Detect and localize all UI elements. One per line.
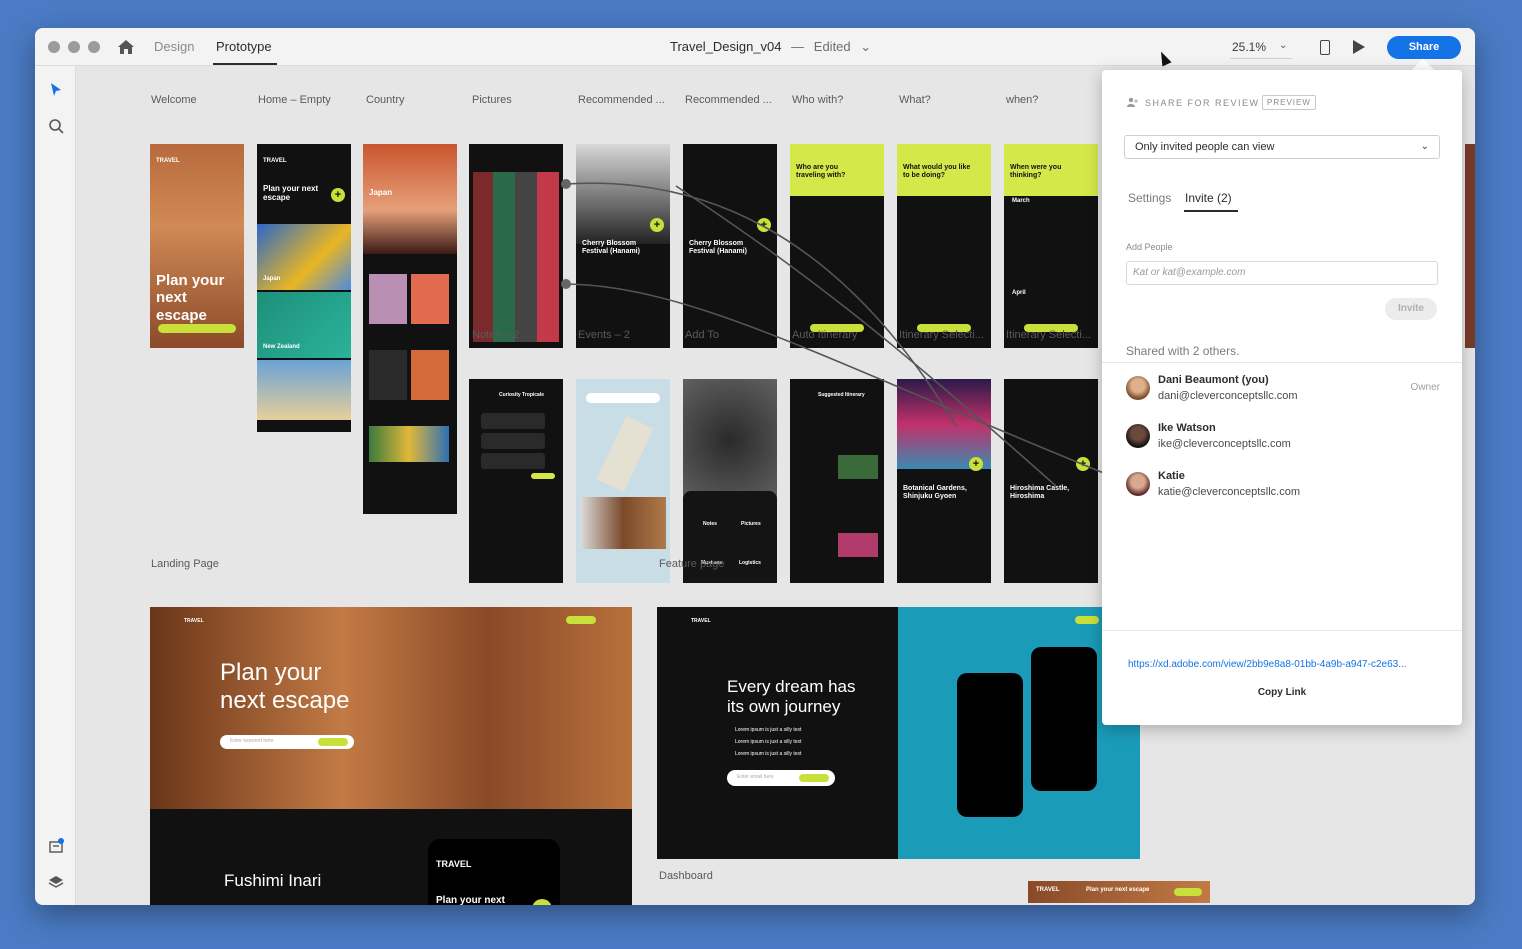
thumb-title: Plan your next escape (1086, 887, 1150, 893)
nav-button[interactable] (1174, 888, 1202, 896)
phone-title: Plan your next escape (436, 895, 505, 905)
tab-prototype[interactable]: Prototype (216, 39, 272, 54)
assets-icon[interactable] (48, 838, 64, 854)
person-email: katie@cleverconceptsllc.com (1158, 486, 1300, 498)
select-tool-icon[interactable] (48, 82, 64, 98)
document-separator: — (791, 39, 805, 54)
tab-settings[interactable]: Settings (1128, 191, 1171, 205)
nav-button[interactable] (1075, 616, 1099, 624)
feature-hero: Every dream has its own journey (727, 677, 856, 716)
artboard-peek[interactable] (1465, 144, 1475, 348)
artboard-thumbnail[interactable]: TRAVEL Plan your next escape (1028, 881, 1210, 903)
device-preview-icon[interactable] (1320, 40, 1330, 55)
nav-button[interactable] (566, 616, 596, 624)
document-name: Travel_Design_v04 (670, 39, 782, 54)
zoom-underline (1230, 58, 1292, 59)
share-link[interactable]: https://xd.adobe.com/view/2bb9e8a8-01bb-… (1128, 659, 1407, 670)
app-window: Design Prototype Travel_Design_v04 — Edi… (35, 28, 1475, 905)
panel-heading: SHARE FOR REVIEW (1145, 98, 1260, 108)
home-icon[interactable] (117, 39, 135, 55)
invite-button[interactable]: Invite (1385, 298, 1437, 320)
landing-hero: Plan your next escape (220, 659, 350, 714)
person-name: Katie (1158, 470, 1185, 482)
access-value: Only invited people can view (1135, 141, 1275, 153)
title-bar: Design Prototype Travel_Design_v04 — Edi… (35, 28, 1475, 66)
share-for-review-panel: SHARE FOR REVIEW PREVIEW Only invited pe… (1102, 70, 1462, 725)
person-row: Ike Watson ike@cleverconceptsllc.com (1126, 420, 1446, 460)
artboard-feature-page[interactable]: TRAVEL Every dream has its own journey L… (657, 607, 1140, 859)
avatar (1126, 472, 1150, 496)
email-field[interactable]: Enter email here (727, 770, 835, 786)
phone-mockup (1031, 647, 1097, 791)
person-email: ike@cleverconceptsllc.com (1158, 438, 1291, 450)
phone-mockup (957, 673, 1023, 817)
keyword-placeholder: Enter keyword here (230, 738, 274, 744)
feature-bullet: Lorem ipsum is just a silly text (735, 727, 802, 733)
document-title[interactable]: Travel_Design_v04 — Edited ⌄ (670, 39, 871, 55)
prototype-wires (561, 179, 1137, 487)
search-icon[interactable] (48, 118, 64, 134)
artboard-label[interactable]: Feature page (659, 558, 724, 570)
add-people-input[interactable]: Kat or kat@example.com (1126, 261, 1438, 285)
person-name: Ike Watson (1158, 422, 1216, 434)
artboard-label[interactable]: Dashboard (659, 870, 713, 882)
shared-with-count: Shared with 2 others. (1126, 344, 1240, 358)
person-role: Owner (1410, 382, 1440, 393)
chevron-down-icon[interactable]: ⌄ (1279, 40, 1287, 51)
share-button[interactable]: Share (1387, 36, 1461, 59)
zoom-window-button[interactable] (88, 41, 100, 53)
person-row: Dani Beaumont (you) dani@cleverconceptsl… (1126, 372, 1446, 412)
people-icon (1127, 97, 1138, 107)
avatar (1126, 424, 1150, 448)
tab-invite[interactable]: Invite (2) (1185, 191, 1232, 205)
person-name: Dani Beaumont (you) (1158, 374, 1269, 386)
add-people-placeholder: Kat or kat@example.com (1133, 267, 1246, 278)
access-select[interactable]: Only invited people can view ⌄ (1124, 135, 1440, 159)
feature-bullet: Lorem ipsum is just a silly text (735, 739, 802, 745)
left-toolbar (35, 66, 76, 905)
copy-link-button[interactable]: Copy Link (1102, 687, 1462, 698)
play-icon[interactable] (1353, 40, 1365, 54)
brand-logo: TRAVEL (691, 618, 711, 624)
chevron-down-icon: ⌄ (860, 39, 872, 54)
keyword-search[interactable]: Enter keyword here (220, 735, 354, 749)
document-status: Edited (813, 39, 851, 54)
brand-logo: TRAVEL (436, 859, 472, 869)
zoom-level[interactable]: 25.1% (1232, 40, 1266, 54)
brand-logo: TRAVEL (1036, 887, 1060, 893)
divider (1102, 362, 1462, 363)
active-tab-indicator (1184, 210, 1238, 212)
avatar (1126, 376, 1150, 400)
person-row: Katie katie@cleverconceptsllc.com (1126, 468, 1446, 508)
submit-button[interactable] (799, 774, 829, 782)
person-email: dani@cleverconceptsllc.com (1158, 390, 1298, 402)
section-title: Fushimi Inari (224, 871, 322, 890)
artboard-label[interactable]: Landing Page (151, 558, 219, 570)
go-button[interactable] (318, 738, 348, 746)
feature-bullet: Lorem ipsum is just a silly text (735, 751, 802, 757)
close-window-button[interactable] (48, 41, 60, 53)
artboard-landing-page[interactable]: TRAVEL Plan your next escape Enter keywo… (150, 607, 632, 905)
divider (1102, 630, 1462, 631)
layers-icon[interactable] (48, 874, 64, 890)
chevron-down-icon: ⌄ (1420, 141, 1429, 152)
tab-design[interactable]: Design (154, 39, 194, 54)
brand-logo: TRAVEL (184, 618, 204, 624)
preview-badge: PREVIEW (1262, 95, 1316, 110)
minimize-window-button[interactable] (68, 41, 80, 53)
email-placeholder: Enter email here (737, 774, 774, 780)
phone-mockup: TRAVEL Plan your next escape + (428, 839, 560, 905)
add-icon[interactable]: + (532, 899, 552, 905)
add-people-label: Add People (1126, 242, 1173, 252)
active-tab-indicator (213, 63, 277, 65)
